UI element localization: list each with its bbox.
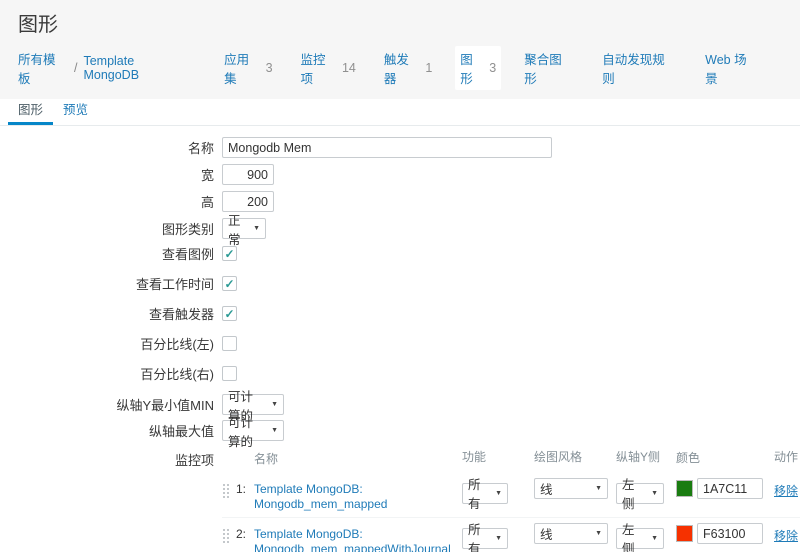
item-row: 1: Template MongoDB: Mongodb_mem_mapped …: [222, 473, 800, 517]
dropdown-arrow-icon: ▼: [253, 225, 260, 232]
graph-form: 名称 宽 高 图形类别 正常 ▼ 查看图例 查看工作时间 查看触发器 百分比线(…: [0, 126, 800, 552]
remove-item-link[interactable]: 移除: [774, 529, 798, 543]
item-function-select[interactable]: 所有▼: [462, 528, 508, 549]
form-row-name: 名称: [0, 137, 800, 158]
nav-count: 3: [266, 61, 273, 75]
nav-count: 14: [342, 61, 356, 75]
nav-item-applications[interactable]: 应用集3: [219, 46, 277, 90]
tab-graph[interactable]: 图形: [8, 94, 53, 125]
tab-bar: 图形 预览: [0, 99, 800, 126]
width-label: 宽: [0, 165, 222, 184]
dropdown-arrow-icon: ▼: [495, 490, 502, 497]
dropdown-arrow-icon: ▼: [651, 490, 658, 497]
nav-item-triggers[interactable]: 触发器1: [379, 46, 437, 90]
header-y-side: 纵轴Y侧: [616, 448, 676, 467]
nav-item-graphs[interactable]: 图形3: [455, 46, 501, 90]
nav-item-screens[interactable]: 聚合图形: [519, 46, 579, 90]
form-row-percentile-right: 百分比线(右): [0, 364, 800, 383]
nav-item-web-scenarios[interactable]: Web 场景: [700, 46, 764, 90]
width-input[interactable]: [222, 164, 274, 185]
percentile-left-checkbox[interactable]: [222, 336, 237, 351]
show-legend-checkbox[interactable]: [222, 246, 237, 261]
form-row-show-legend: 查看图例: [0, 244, 800, 263]
tab-preview[interactable]: 预览: [53, 94, 98, 125]
drag-handle-icon[interactable]: [222, 528, 231, 543]
form-row-items: 监控项 名称 功能 绘图风格 纵轴Y侧 颜色 动作 1: Template Mo…: [0, 446, 800, 552]
form-row-y-max: 纵轴最大值 可计算的 ▼: [0, 420, 800, 441]
header-color: 颜色: [676, 448, 774, 467]
item-draw-style-select[interactable]: 线▼: [534, 523, 608, 544]
nav-count: 3: [489, 61, 496, 75]
form-row-show-triggers: 查看触发器: [0, 304, 800, 323]
nav-item-discovery-rules[interactable]: 自动发现规则: [597, 46, 682, 90]
form-row-percentile-left: 百分比线(左): [0, 334, 800, 353]
y-max-select[interactable]: 可计算的 ▼: [222, 420, 284, 441]
items-label: 监控项: [0, 446, 222, 552]
name-input[interactable]: [222, 137, 552, 158]
dropdown-arrow-icon: ▼: [271, 427, 278, 434]
header-function: 功能: [462, 448, 534, 467]
item-draw-style-select[interactable]: 线▼: [534, 478, 608, 499]
dropdown-arrow-icon: ▼: [271, 401, 278, 408]
breadcrumb-template-mongodb[interactable]: Template MongoDB: [83, 54, 193, 82]
remove-item-link[interactable]: 移除: [774, 484, 798, 498]
item-row: 2: Template MongoDB: Mongodb_mem_mappedW…: [222, 517, 800, 552]
percentile-right-label: 百分比线(右): [0, 364, 222, 383]
breadcrumb-all-templates[interactable]: 所有模板: [18, 49, 68, 87]
graph-type-select[interactable]: 正常 ▼: [222, 218, 266, 239]
items-table-header: 名称 功能 绘图风格 纵轴Y侧 颜色 动作: [222, 446, 800, 473]
y-max-label: 纵轴最大值: [0, 421, 222, 440]
item-name-link[interactable]: Template MongoDB: Mongodb_mem_mapped: [254, 482, 387, 511]
header-name: 名称: [254, 448, 462, 467]
header-draw-style: 绘图风格: [534, 448, 616, 467]
page-title: 图形: [18, 8, 782, 37]
dropdown-arrow-icon: ▼: [595, 485, 602, 492]
nav-item-items[interactable]: 监控项14: [296, 46, 361, 90]
item-y-side-select[interactable]: 左侧▼: [616, 528, 664, 549]
color-swatch[interactable]: [676, 525, 693, 542]
color-swatch[interactable]: [676, 480, 693, 497]
item-function-select[interactable]: 所有▼: [462, 483, 508, 504]
dropdown-arrow-icon: ▼: [495, 535, 502, 542]
form-row-show-working-time: 查看工作时间: [0, 274, 800, 293]
percentile-left-label: 百分比线(左): [0, 334, 222, 353]
percentile-right-checkbox[interactable]: [222, 366, 237, 381]
breadcrumb-separator: /: [74, 61, 77, 75]
height-label: 高: [0, 192, 222, 211]
item-name-link[interactable]: Template MongoDB: Mongodb_mem_mappedWith…: [254, 527, 451, 552]
show-working-time-label: 查看工作时间: [0, 274, 222, 293]
items-table: 名称 功能 绘图风格 纵轴Y侧 颜色 动作 1: Template MongoD…: [222, 446, 800, 552]
y-min-label: 纵轴Y最小值MIN: [0, 395, 222, 414]
form-row-height: 高: [0, 191, 800, 212]
form-row-y-min: 纵轴Y最小值MIN 可计算的 ▼: [0, 394, 800, 415]
dropdown-arrow-icon: ▼: [651, 535, 658, 542]
show-triggers-label: 查看触发器: [0, 304, 222, 323]
form-row-width: 宽: [0, 164, 800, 185]
breadcrumb-nav: 所有模板 / Template MongoDB 应用集3 监控项14 触发器1 …: [18, 46, 782, 99]
show-working-time-checkbox[interactable]: [222, 276, 237, 291]
show-legend-label: 查看图例: [0, 244, 222, 263]
drag-handle-icon[interactable]: [222, 483, 231, 498]
show-triggers-checkbox[interactable]: [222, 306, 237, 321]
color-hex-input[interactable]: [697, 478, 763, 499]
form-row-graph-type: 图形类别 正常 ▼: [0, 218, 800, 239]
nav-count: 1: [425, 61, 432, 75]
graph-type-label: 图形类别: [0, 219, 222, 238]
item-y-side-select[interactable]: 左侧▼: [616, 483, 664, 504]
header-action: 动作: [774, 448, 800, 467]
name-label: 名称: [0, 138, 222, 157]
item-number: 1:: [236, 478, 254, 496]
dropdown-arrow-icon: ▼: [595, 530, 602, 537]
color-hex-input[interactable]: [697, 523, 763, 544]
page-header: 图形 所有模板 / Template MongoDB 应用集3 监控项14 触发…: [0, 0, 800, 99]
item-number: 2:: [236, 523, 254, 541]
